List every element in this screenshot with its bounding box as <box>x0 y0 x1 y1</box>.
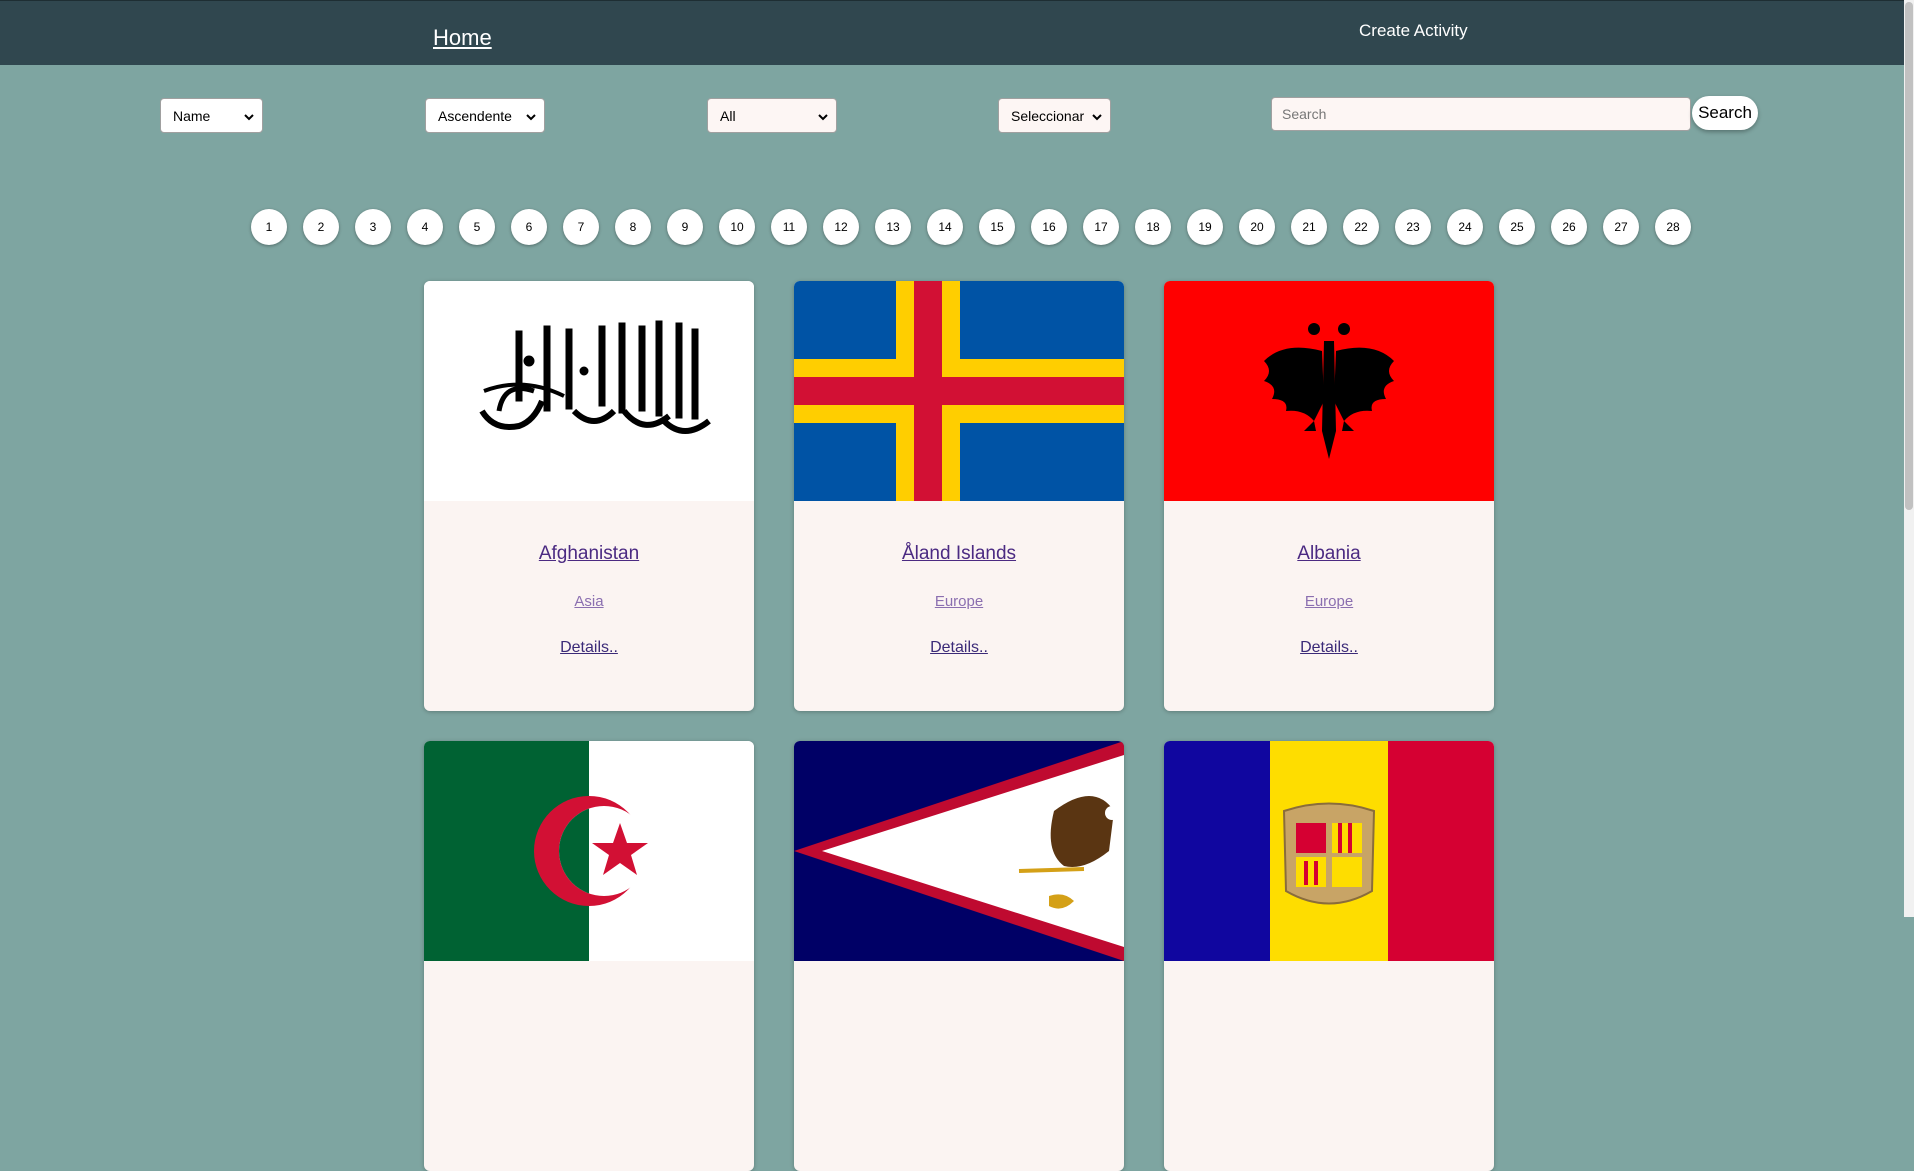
flag-aland-islands[interactable] <box>794 281 1124 501</box>
page-button[interactable]: 8 <box>615 209 651 245</box>
page-button[interactable]: 18 <box>1135 209 1171 245</box>
country-name[interactable]: Afghanistan <box>424 543 754 565</box>
page-button[interactable]: 20 <box>1239 209 1275 245</box>
search-button[interactable]: Search <box>1692 96 1758 130</box>
country-continent[interactable]: Europe <box>1164 593 1494 610</box>
scrollbar-thumb[interactable] <box>1905 2 1913 510</box>
chevron-down-icon <box>818 108 828 124</box>
flag-andorra[interactable] <box>1164 741 1494 961</box>
page-button[interactable]: 16 <box>1031 209 1067 245</box>
page-button[interactable]: 10 <box>719 209 755 245</box>
create-activity-link[interactable]: Create Activity <box>1359 21 1468 41</box>
page-button[interactable]: 11 <box>771 209 807 245</box>
page-button[interactable]: 1 <box>251 209 287 245</box>
page-button[interactable]: 12 <box>823 209 859 245</box>
chevron-down-icon <box>1092 108 1102 124</box>
page-button[interactable]: 22 <box>1343 209 1379 245</box>
details-link[interactable]: Details.. <box>424 639 754 657</box>
direction-value: Ascendente <box>438 107 512 124</box>
page-button[interactable]: 28 <box>1655 209 1691 245</box>
order-by-select[interactable]: Name <box>160 98 263 133</box>
page-button[interactable]: 19 <box>1187 209 1223 245</box>
chevron-down-icon <box>244 108 254 124</box>
order-by-value: Name <box>173 107 211 124</box>
country-card <box>794 741 1124 1171</box>
flag-algeria[interactable] <box>424 741 754 961</box>
chevron-down-icon <box>526 108 536 124</box>
page-button[interactable]: 2 <box>303 209 339 245</box>
details-link[interactable]: Details.. <box>794 639 1124 657</box>
flag-american-samoa[interactable] <box>794 741 1124 961</box>
continent-select[interactable]: All <box>707 98 837 133</box>
top-navbar: Home Create Activity <box>0 0 1904 65</box>
home-link[interactable]: Home <box>433 25 492 51</box>
page-button[interactable]: 3 <box>355 209 391 245</box>
details-link[interactable]: Details.. <box>1164 639 1494 657</box>
country-card: Afghanistan Asia Details.. <box>424 281 754 711</box>
page-button[interactable]: 6 <box>511 209 547 245</box>
country-card: Åland Islands Europe Details.. <box>794 281 1124 711</box>
flag-albania[interactable] <box>1164 281 1494 501</box>
page-button[interactable]: 7 <box>563 209 599 245</box>
page-button[interactable]: 14 <box>927 209 963 245</box>
country-continent[interactable]: Europe <box>794 593 1124 610</box>
flag-afghanistan[interactable] <box>424 281 754 501</box>
page-button[interactable]: 4 <box>407 209 443 245</box>
page-button[interactable]: 5 <box>459 209 495 245</box>
page-button[interactable]: 13 <box>875 209 911 245</box>
direction-select[interactable]: Ascendente <box>425 98 545 133</box>
page-button[interactable]: 23 <box>1395 209 1431 245</box>
page-button[interactable]: 9 <box>667 209 703 245</box>
activity-select[interactable]: Seleccionar <box>998 98 1111 133</box>
continent-value: All <box>720 107 736 124</box>
pagination: 1 2 3 4 5 6 7 8 9 10 11 12 13 14 15 16 17 18 19 20 21 22 23 24 2… <box>0 209 1904 245</box>
activity-value: Seleccionar <box>1011 107 1085 124</box>
country-card <box>424 741 754 1171</box>
page-button[interactable]: 17 <box>1083 209 1119 245</box>
search-placeholder: Search <box>1282 106 1327 122</box>
country-name[interactable]: Åland Islands <box>794 543 1124 565</box>
page-button[interactable]: 24 <box>1447 209 1483 245</box>
country-card <box>1164 741 1494 1171</box>
page-button[interactable]: 21 <box>1291 209 1327 245</box>
page-button[interactable]: 27 <box>1603 209 1639 245</box>
country-card: Albania Europe Details.. <box>1164 281 1494 711</box>
country-name[interactable]: Albania <box>1164 543 1494 565</box>
page-button[interactable]: 15 <box>979 209 1015 245</box>
vertical-scrollbar[interactable] <box>1904 0 1914 917</box>
page-button[interactable]: 25 <box>1499 209 1535 245</box>
search-input[interactable]: Search <box>1271 97 1691 131</box>
country-continent[interactable]: Asia <box>424 593 754 610</box>
page-button[interactable]: 26 <box>1551 209 1587 245</box>
